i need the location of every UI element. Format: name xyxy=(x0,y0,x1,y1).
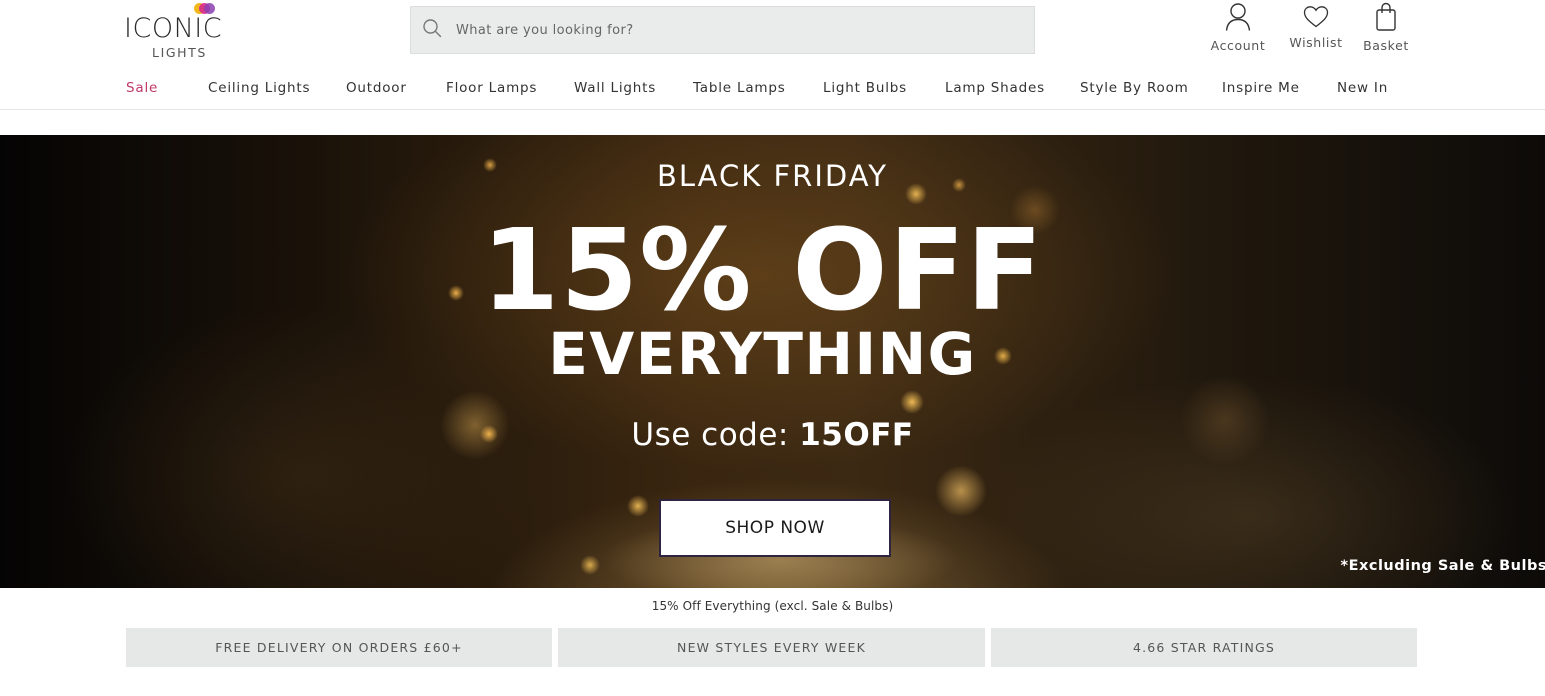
main-navigation: Sale Ceiling Lights Outdoor Floor Lamps … xyxy=(0,74,1545,110)
basket-label: Basket xyxy=(1363,38,1409,53)
search-icon[interactable] xyxy=(411,18,456,42)
hero-exclusion-note: *Excluding Sale & Bulbs xyxy=(1340,558,1545,574)
shopping-bag-icon xyxy=(1375,2,1397,32)
account-label: Account xyxy=(1210,38,1266,53)
logo-subtitle: LIGHTS xyxy=(152,45,207,60)
promo-caption: 15% Off Everything (excl. Sale & Bulbs) xyxy=(651,599,894,613)
iconic-lights-logo[interactable]: ICONIC LIGHTS xyxy=(124,2,236,62)
search-input[interactable] xyxy=(456,22,996,38)
bokeh-decoration xyxy=(580,555,600,575)
nav-item-floor-lamps[interactable]: Floor Lamps xyxy=(446,80,537,96)
bokeh-decoration xyxy=(900,390,924,414)
account-link[interactable]: Account xyxy=(1208,2,1268,53)
hero-headline: 15% OFF xyxy=(481,206,1044,336)
nav-item-table-lamps[interactable]: Table Lamps xyxy=(693,80,786,96)
nav-item-lamp-shades[interactable]: Lamp Shades xyxy=(945,80,1045,96)
hero-subheadline: EVERYTHING xyxy=(548,320,977,388)
nav-item-inspire-me[interactable]: Inspire Me xyxy=(1222,80,1300,96)
promo-code-value: 15OFF xyxy=(799,417,914,453)
promo-code-prefix: Use code: xyxy=(631,417,800,453)
hero-banner[interactable]: BLACK FRIDAY 15% OFF EVERYTHING Use code… xyxy=(0,135,1545,588)
hero-promo-code: Use code: 15OFF xyxy=(0,417,1545,453)
nav-item-outdoor[interactable]: Outdoor xyxy=(346,80,407,96)
nav-item-wall-lights[interactable]: Wall Lights xyxy=(574,80,656,96)
user-icon xyxy=(1225,2,1251,32)
logo-wordmark: ICONIC xyxy=(124,13,223,44)
usp-free-delivery: FREE DELIVERY ON ORDERS £60+ xyxy=(126,628,552,667)
heart-icon xyxy=(1303,5,1329,29)
usp-star-ratings: 4.66 STAR RATINGS xyxy=(991,628,1417,667)
bokeh-decoration xyxy=(627,495,649,517)
shop-now-button[interactable]: SHOP NOW xyxy=(659,499,891,557)
nav-item-style-by-room[interactable]: Style By Room xyxy=(1080,80,1189,96)
wishlist-link[interactable]: Wishlist xyxy=(1286,5,1346,50)
nav-item-sale[interactable]: Sale xyxy=(126,80,158,96)
nav-item-light-bulbs[interactable]: Light Bulbs xyxy=(823,80,907,96)
usp-new-styles: NEW STYLES EVERY WEEK xyxy=(558,628,985,667)
nav-item-new-in[interactable]: New In xyxy=(1337,80,1388,96)
nav-item-ceiling-lights[interactable]: Ceiling Lights xyxy=(208,80,310,96)
basket-link[interactable]: Basket xyxy=(1358,2,1414,53)
hero-eyebrow: BLACK FRIDAY xyxy=(656,159,889,193)
search-bar[interactable] xyxy=(410,6,1035,54)
wishlist-label: Wishlist xyxy=(1289,35,1343,50)
bokeh-decoration xyxy=(935,465,987,517)
